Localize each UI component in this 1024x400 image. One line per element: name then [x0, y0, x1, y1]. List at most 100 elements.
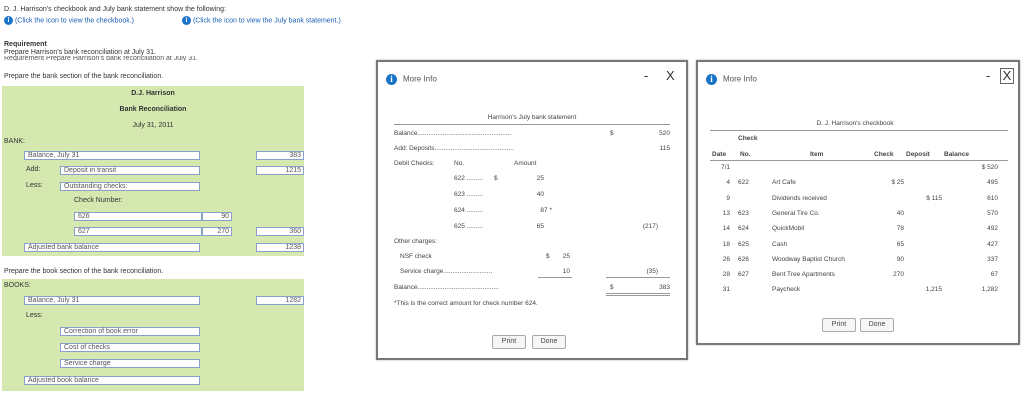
title-rule — [394, 124, 670, 125]
check-group-header: Check — [738, 135, 758, 142]
check-number-627[interactable]: 627 — [74, 227, 202, 236]
adjusted-book-balance-label[interactable]: Adjusted book balance — [24, 376, 200, 385]
header-balance: Balance — [944, 151, 969, 158]
less-label: Less: — [26, 182, 43, 189]
deposit-in-transit-label[interactable]: Deposit in transit — [60, 166, 200, 175]
statement-title: Harrison's July bank statement — [487, 114, 577, 121]
other-charges-total: (35) — [646, 268, 658, 275]
checkbook-cell-no: 625 — [738, 240, 749, 248]
header-rule — [710, 160, 1008, 161]
checkbook-cell-item: Woodway Baptist Church — [772, 255, 845, 263]
no-header: No. — [454, 160, 465, 167]
minimize-button[interactable]: - — [986, 68, 990, 83]
outstanding-checks-label[interactable]: Outstanding checks: — [60, 182, 200, 191]
checkbook-cell-no: 627 — [738, 271, 749, 279]
amount-header: Amount — [514, 160, 537, 167]
checkbook-cell-balance: 427 — [987, 240, 998, 248]
correction-of-book-error[interactable]: Correction of book error — [60, 327, 200, 336]
double-rule-1 — [606, 293, 670, 294]
done-button[interactable]: Done — [532, 335, 566, 349]
checkbook-link-label[interactable]: (Click the icon to view the checkbook.) — [15, 17, 134, 24]
check-row-623: 623 ......... — [454, 191, 483, 198]
check-row-624: 624 ......... — [454, 207, 483, 214]
info-icon[interactable]: i — [4, 16, 13, 25]
adjusted-bank-balance-label[interactable]: Adjusted bank balance — [24, 243, 200, 252]
info-icon[interactable]: i — [182, 16, 191, 25]
check-amount-625: 65 — [536, 223, 544, 230]
checkbook-cell-deposit: $ 115 — [926, 194, 942, 202]
other-charges-label: Other charges: — [394, 238, 437, 245]
checkbook-cell-deposit: 1,215 — [925, 286, 942, 294]
service-charge-label: Service charge..........................… — [400, 268, 493, 275]
check-amount-626[interactable]: 90 — [202, 212, 232, 221]
checkbook-cell-date: 13 — [722, 209, 730, 217]
checkbook-cell-date: 31 — [722, 286, 730, 294]
bank-label: BANK: — [4, 138, 26, 145]
checkbook-cell-item: Art Cafe — [772, 179, 796, 187]
checkbook-cell-no: 623 — [738, 209, 749, 217]
checkbook-window: i More Info - X D. J. Harrison's checkboo… — [696, 60, 1020, 345]
checks-total-value[interactable]: 360 — [256, 227, 304, 236]
checkbook-cell-check: 65 — [896, 240, 904, 248]
bank-balance-label[interactable]: Balance, July 31 — [24, 151, 200, 160]
checkbook-cell-check: 270 — [893, 271, 904, 279]
check-number-626[interactable]: 626 — [74, 212, 202, 221]
check-number-label: Check Number: — [74, 197, 123, 204]
close-button[interactable]: X — [666, 68, 675, 83]
footnote: *This is the correct amount for check nu… — [394, 300, 538, 307]
header-no: No. — [740, 151, 751, 158]
checkbook-cell-no: 626 — [738, 255, 749, 263]
deposits-value: 115 — [659, 145, 670, 152]
balance-currency: $ — [610, 130, 614, 137]
print-button[interactable]: Print — [492, 335, 526, 349]
nsf-value: 25 — [562, 253, 570, 260]
check-amount-627[interactable]: 270 — [202, 227, 232, 236]
minimize-button[interactable]: - — [644, 68, 648, 83]
checkbook-cell-balance: 610 — [987, 194, 998, 202]
checkbook-cell-item: Cash — [772, 240, 788, 248]
deposits-label: Add: Deposits...........................… — [394, 145, 514, 152]
checkbook-cell-balance: 570 — [987, 209, 998, 217]
bank-balance-value[interactable]: 383 — [256, 151, 304, 160]
done-button[interactable]: Done — [860, 318, 894, 332]
books-label: BOOKS: — [4, 282, 31, 289]
company-name: D.J. Harrison — [131, 90, 175, 97]
deposit-in-transit-value[interactable]: 1215 — [256, 166, 304, 175]
checks-total: (217) — [642, 223, 658, 230]
adjusted-bank-balance-value[interactable]: 1238 — [256, 243, 304, 252]
checkbook-cell-item: Bent Tree Apartments — [772, 271, 835, 279]
cost-of-checks[interactable]: Cost of checks — [60, 343, 200, 352]
checkbook-cell-balance: 492 — [987, 225, 998, 233]
header-deposit: Deposit — [906, 151, 930, 158]
window-title: i More Info — [706, 74, 757, 85]
info-icon: i — [706, 74, 717, 85]
close-button[interactable]: X — [1000, 68, 1014, 84]
bank-statement-link[interactable]: i (Click the icon to view the July bank … — [182, 16, 341, 25]
checkbook-cell-balance: 337 — [987, 255, 998, 263]
checkbook-cell-balance: 67 — [990, 271, 998, 279]
checkbook-cell-check: 90 — [896, 255, 904, 263]
checkbook-cell-date: 9 — [726, 194, 730, 202]
requirement-heading: Requirement — [4, 41, 47, 48]
checkbook-cell-item: Dividends received — [772, 194, 827, 202]
header-item: Item — [810, 151, 824, 158]
print-button[interactable]: Print — [822, 318, 856, 332]
service-charge[interactable]: Service charge — [60, 359, 200, 368]
book-less-label: Less: — [26, 312, 43, 319]
checkbook-cell-check: 40 — [896, 209, 904, 217]
checkbook-cell-balance: 1,282 — [981, 286, 998, 294]
check-amount-622: 25 — [536, 175, 544, 182]
header-check: Check — [874, 151, 894, 158]
header-date: Date — [712, 151, 727, 158]
bank-statement-link-label[interactable]: (Click the icon to view the July bank st… — [193, 17, 341, 24]
checkbook-cell-item: QuickMobil — [772, 225, 805, 233]
checkbook-cell-date: 28 — [722, 271, 730, 279]
book-balance-value[interactable]: 1282 — [256, 296, 304, 305]
checkbook-cell-balance: 495 — [987, 179, 998, 187]
check-amount-623: 40 — [536, 191, 544, 198]
bank-statement-window: i More Info - X Harrison's July bank stat… — [376, 60, 688, 360]
book-balance-label[interactable]: Balance, July 31 — [24, 296, 200, 305]
checkbook-cell-date: 7/1 — [720, 164, 730, 171]
service-charge-value: 10 — [562, 268, 570, 275]
checkbook-link[interactable]: i (Click the icon to view the checkbook.… — [4, 16, 134, 25]
